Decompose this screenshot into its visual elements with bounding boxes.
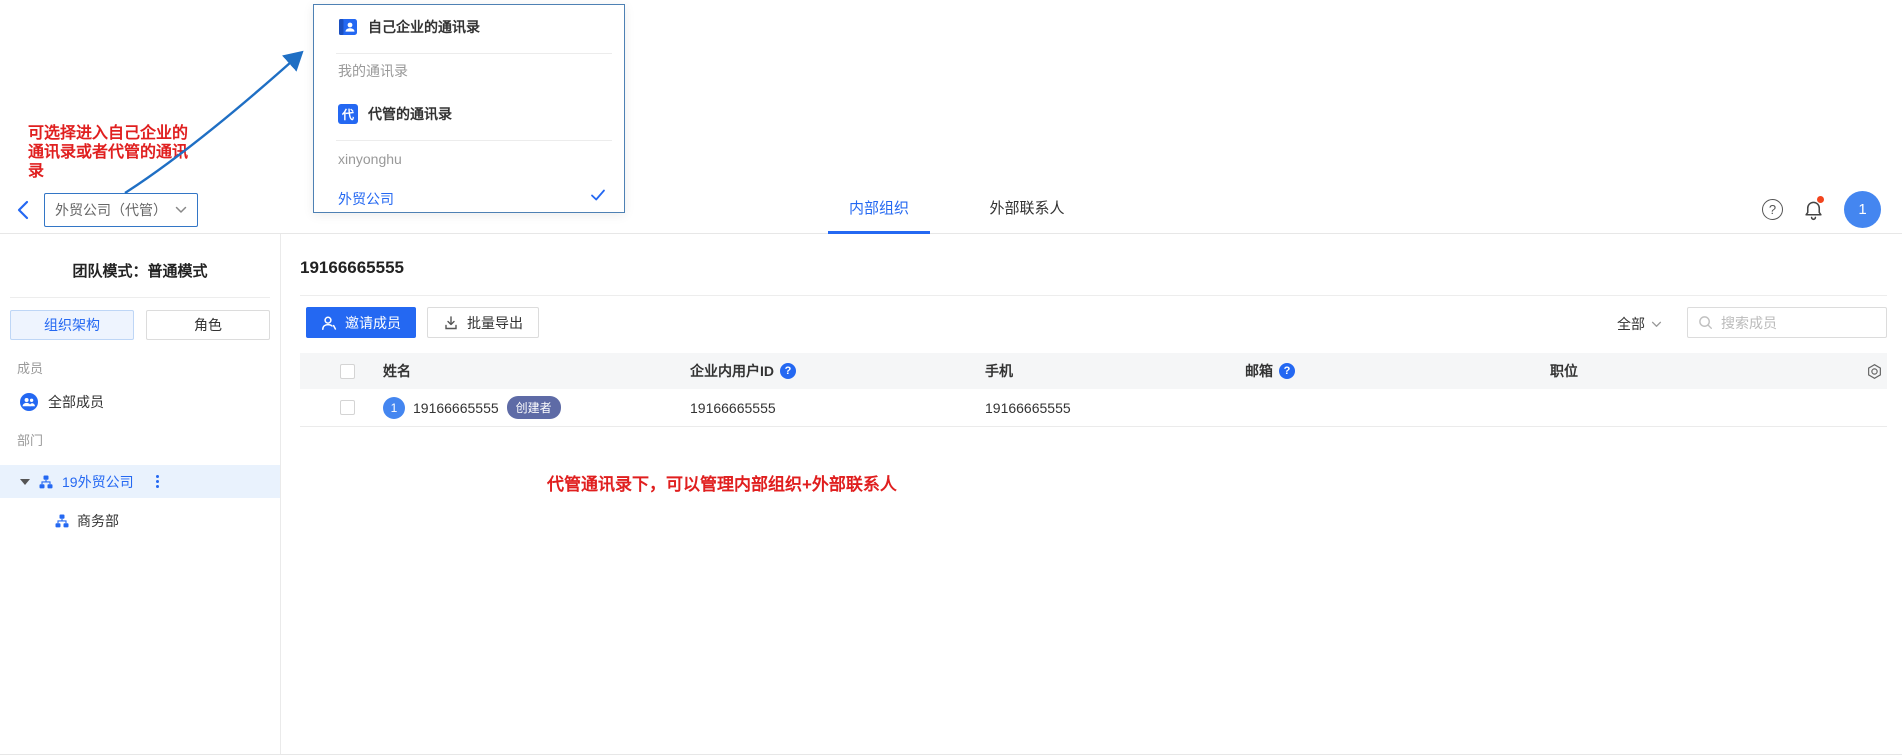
filter-dropdown-label: 全部: [1617, 314, 1645, 334]
top-bar: 外贸公司（代管） 内部组织 外部联系人 ?: [0, 0, 1902, 234]
divider: [336, 140, 612, 141]
member-avatar: 1: [383, 397, 405, 419]
sidebar-item-all-members[interactable]: 全部成员: [20, 392, 280, 412]
own-company-section-header: 自己企业的通讯录: [338, 17, 480, 37]
notification-dot: [1817, 196, 1824, 203]
tree-expand-caret-icon[interactable]: [20, 479, 30, 485]
search-input[interactable]: [1721, 315, 1876, 331]
org-icon: [55, 514, 69, 528]
managed-section-title: 代管的通讯录: [368, 104, 452, 124]
managed-addressbook-icon: 代: [338, 104, 358, 124]
row-checkbox[interactable]: [340, 400, 355, 415]
departments-group-label: 部门: [17, 430, 280, 449]
user-avatar-label: 1: [1858, 201, 1866, 218]
more-options-icon[interactable]: [153, 472, 162, 491]
team-mode-label: 团队模式：普通模式: [0, 260, 280, 281]
search-box: [1687, 307, 1887, 338]
org-icon: [39, 475, 53, 489]
header-user-id: 企业内用户ID ?: [690, 361, 985, 381]
header-phone-label: 手机: [985, 363, 1013, 379]
page: 外贸公司（代管） 内部组织 外部联系人 ?: [0, 0, 1902, 755]
invite-member-button[interactable]: 邀请成员: [306, 307, 416, 338]
members-table: 姓名 企业内用户ID ? 手机 邮箱 ? 职位: [300, 353, 1887, 427]
sidebar: 团队模式：普通模式 组织架构 角色 成员 全部成员 部门: [0, 234, 281, 754]
header-phone: 手机: [985, 361, 1245, 381]
header-checkbox-cell: [300, 364, 383, 379]
tab-external-contacts[interactable]: 外部联系人: [976, 197, 1078, 234]
member-phone: 19166665555: [985, 400, 1071, 416]
menu-item-xinyonghu[interactable]: xinyonghu: [338, 151, 402, 167]
menu-item-my-addressbook[interactable]: 我的通讯录: [338, 61, 408, 81]
toggle-org-structure[interactable]: 组织架构: [10, 310, 134, 340]
notification-bell-icon[interactable]: [1802, 198, 1825, 222]
company-selector-label: 外贸公司（代管）: [55, 200, 167, 220]
sidebar-toggle-group: 组织架构 角色: [10, 310, 270, 340]
table-header-row: 姓名 企业内用户ID ? 手机 邮箱 ? 职位: [300, 353, 1887, 389]
people-icon: [20, 393, 38, 411]
question-help-icon[interactable]: ?: [1279, 363, 1295, 379]
download-icon: [443, 315, 459, 331]
help-icon[interactable]: ?: [1762, 199, 1783, 220]
annotation-select-hint: 可选择进入自己企业的通讯录或者代管的通讯录: [28, 124, 202, 181]
filter-dropdown[interactable]: 全部: [1617, 314, 1662, 334]
address-book-icon: [338, 17, 358, 37]
tree-item-department-root[interactable]: 19外贸公司: [0, 465, 280, 498]
person-add-icon: [321, 315, 337, 331]
select-all-checkbox[interactable]: [340, 364, 355, 379]
header-user-id-label: 企业内用户ID: [690, 361, 774, 381]
help-glyph: ?: [1769, 202, 1776, 217]
department-child-label: 商务部: [77, 511, 119, 531]
main-content: 19166665555 邀请成员 批量导出 全部: [281, 234, 1902, 754]
batch-export-label: 批量导出: [467, 313, 523, 333]
department-root-label: 19外贸公司: [62, 472, 134, 492]
member-user-id: 19166665555: [690, 400, 776, 416]
invite-member-label: 邀请成员: [345, 313, 401, 333]
member-name: 19166665555: [413, 400, 499, 416]
header-job-title: 职位: [1550, 361, 1857, 381]
creator-badge: 创建者: [507, 396, 561, 419]
header-email: 邮箱 ?: [1245, 361, 1550, 381]
user-avatar[interactable]: 1: [1844, 191, 1881, 228]
chevron-left-icon: [16, 199, 30, 221]
own-company-section-title: 自己企业的通讯录: [368, 17, 480, 37]
row-checkbox-cell: [300, 400, 383, 415]
page-title: 19166665555: [300, 258, 404, 278]
table-row[interactable]: 1 19166665555 创建者 19166665555 1916666555…: [300, 389, 1887, 427]
chevron-down-icon: [1651, 321, 1662, 328]
managed-section-header: 代 代管的通讯录: [338, 104, 452, 124]
search-icon: [1698, 315, 1713, 330]
topbar-icons: ? 1: [1762, 191, 1881, 228]
question-help-icon[interactable]: ?: [780, 363, 796, 379]
divider: [10, 297, 270, 298]
company-selector[interactable]: 外贸公司（代管）: [44, 193, 198, 227]
addressbook-switcher-panel: 自己企业的通讯录 我的通讯录 代 代管的通讯录 xinyonghu 外贸公司: [313, 4, 625, 213]
back-button[interactable]: [16, 198, 36, 222]
header-settings-cell: [1857, 363, 1887, 380]
check-icon: [590, 188, 606, 202]
menu-item-waimao-company[interactable]: 外贸公司: [338, 189, 394, 209]
all-members-label: 全部成员: [48, 392, 104, 412]
divider: [300, 295, 1887, 296]
toggle-roles[interactable]: 角色: [146, 310, 270, 340]
chevron-down-icon: [175, 206, 187, 214]
tab-internal-org-label: 内部组织: [849, 197, 909, 218]
tab-internal-org[interactable]: 内部组织: [828, 197, 930, 234]
row-name-cell: 1 19166665555 创建者: [383, 396, 690, 419]
row-user-id-cell: 19166665555: [690, 400, 985, 416]
members-group-label: 成员: [17, 358, 280, 377]
header-name: 姓名: [383, 361, 690, 381]
org-tabs: 内部组织 外部联系人: [828, 197, 1078, 234]
header-email-label: 邮箱: [1245, 361, 1273, 381]
tab-external-contacts-label: 外部联系人: [989, 197, 1064, 218]
batch-export-button[interactable]: 批量导出: [427, 307, 539, 338]
row-phone-cell: 19166665555: [985, 400, 1245, 416]
divider: [336, 53, 612, 54]
column-settings-gear-icon[interactable]: [1866, 363, 1883, 380]
header-name-label: 姓名: [383, 361, 411, 381]
tree-item-department-child[interactable]: 商务部: [55, 511, 280, 531]
annotation-managed-hint: 代管通讯录下，可以管理内部组织+外部联系人: [547, 470, 897, 495]
header-job-title-label: 职位: [1550, 363, 1578, 379]
